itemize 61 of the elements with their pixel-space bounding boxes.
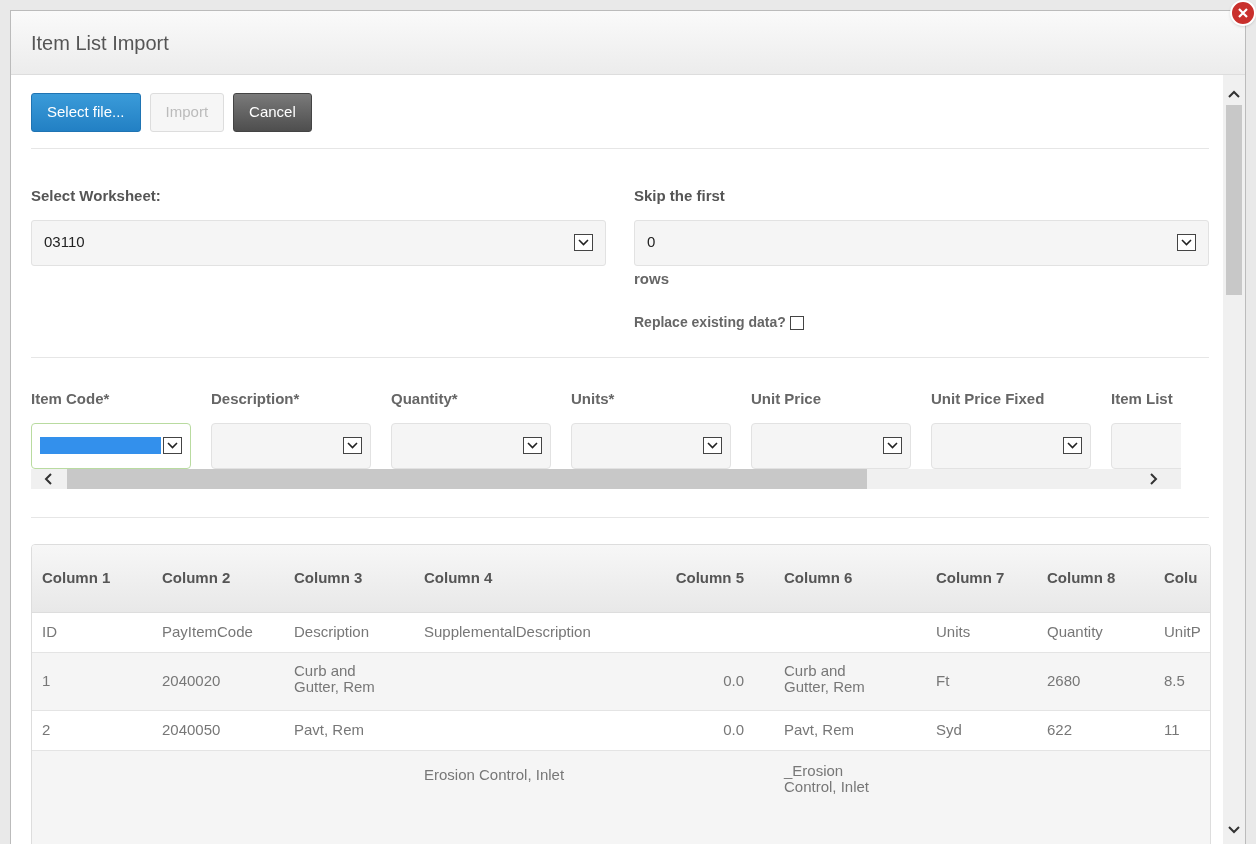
scrollbar-thumb[interactable] <box>1226 105 1242 295</box>
toolbar-button[interactable]: Select file... <box>31 93 141 132</box>
table-cell: SupplementalDescription <box>424 624 591 640</box>
worksheet-select[interactable]: 03110 <box>31 219 606 266</box>
table-cell-text: Curb and Gutter, Rem <box>294 663 376 695</box>
column-header: Column 7 <box>936 569 1005 586</box>
table-cell: 11 <box>1164 722 1180 738</box>
column-header: Column 1 <box>42 569 111 586</box>
scroll-down-icon[interactable] <box>1228 825 1240 835</box>
column-header: Colu <box>1164 569 1198 586</box>
vertical-scrollbar[interactable] <box>1223 75 1245 844</box>
scroll-left-icon[interactable] <box>43 472 55 485</box>
table-cell: Pavt, Rem <box>784 722 855 738</box>
table-cell: 0.0 <box>723 722 744 738</box>
replace-checkbox[interactable] <box>789 315 804 330</box>
close-icon <box>1238 8 1248 18</box>
field-suffix: rows <box>634 268 669 289</box>
field-label: Skip the first <box>634 186 726 206</box>
table-cell: ID <box>42 624 57 640</box>
scroll-right-icon[interactable] <box>1147 472 1159 485</box>
table-cell: 1 <box>42 673 51 689</box>
table-cell: 2040050 <box>162 722 221 738</box>
column-header: Column 4 <box>424 569 493 586</box>
toolbar-button[interactable]: Cancel <box>233 93 312 132</box>
table-cell: 8.5 <box>1164 673 1185 689</box>
table-cell: Pavt, Rem <box>294 722 365 738</box>
table-cell: Ft <box>936 673 950 689</box>
column-header: Column 5 <box>675 569 744 586</box>
window-title: Item List Import <box>31 30 169 56</box>
skip-rows-select[interactable]: 0 <box>634 219 1209 266</box>
column-label: Unit Price <box>751 389 822 409</box>
column-label: Item Code* <box>31 389 110 409</box>
column-label: Unit Price Fixed <box>931 389 1045 409</box>
table-cell: Quantity <box>1047 624 1103 640</box>
column-header: Column 2 <box>162 569 231 586</box>
horizontal-scrollbar[interactable] <box>31 468 1181 489</box>
table-cell: UnitP <box>1164 624 1201 640</box>
checkbox-label: Replace existing data? <box>634 313 786 332</box>
table-cell: Syd <box>936 722 962 738</box>
scroll-up-icon[interactable] <box>1228 89 1240 99</box>
field-label: Select Worksheet: <box>31 186 162 206</box>
column-label: Description* <box>211 389 300 409</box>
column-label: Quantity* <box>391 389 458 409</box>
column-header: Column 8 <box>1047 569 1116 586</box>
table-cell: 2 <box>42 722 51 738</box>
table-cell: 0.0 <box>723 673 744 689</box>
column-label: Units* <box>571 389 615 409</box>
scrollbar-thumb[interactable] <box>67 468 867 489</box>
close-button[interactable] <box>1230 0 1256 26</box>
column-header: Column 6 <box>784 569 853 586</box>
table-cell: Units <box>936 624 971 640</box>
table-cell: Erosion Control, Inlet <box>424 766 565 783</box>
column-label: Item List <box>1111 389 1173 409</box>
table-cell: 2680 <box>1047 673 1081 689</box>
table-cell-text: Curb and Gutter, Rem <box>784 663 866 695</box>
table-cell: Description <box>294 624 370 640</box>
table-cell: 622 <box>1047 722 1073 738</box>
table-cell-text: _Erosion Control, Inlet <box>784 762 871 795</box>
column-header: Column 3 <box>294 569 363 586</box>
table-cell: 2040020 <box>162 673 221 689</box>
table-cell: PayItemCode <box>162 624 253 640</box>
